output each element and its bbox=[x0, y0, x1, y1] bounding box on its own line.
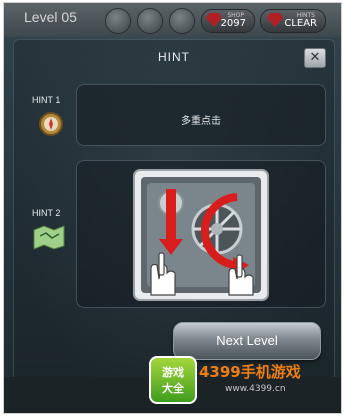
hint-gem-icon bbox=[267, 13, 283, 27]
site-url: www.4399.cn bbox=[225, 384, 286, 394]
settings-button[interactable] bbox=[169, 8, 195, 34]
compass-icon bbox=[39, 112, 63, 136]
level-indicator: Level 05 bbox=[24, 9, 77, 25]
top-bar: Level 05 SHOP 2097 HINTS CLEAR bbox=[4, 3, 341, 37]
hint-1-text: 多重点击 bbox=[181, 116, 221, 127]
hint-2-label: HINT 2 bbox=[32, 208, 61, 218]
power-button[interactable] bbox=[137, 8, 163, 34]
next-level-label: Next Level bbox=[216, 333, 278, 348]
shop-count: 2097 bbox=[220, 18, 246, 29]
shop-button[interactable]: SHOP 2097 bbox=[201, 9, 255, 33]
next-level-button[interactable]: Next Level bbox=[173, 322, 321, 360]
hint-2-panel bbox=[76, 160, 326, 308]
down-arrow-icon bbox=[166, 189, 176, 241]
dialog-title: HINT bbox=[158, 50, 190, 64]
hint-1-label: HINT 1 bbox=[32, 95, 61, 105]
hints-button[interactable]: HINTS CLEAR bbox=[260, 9, 326, 33]
hints-clear-label: CLEAR bbox=[284, 18, 317, 29]
hint-dialog: HINT ✕ HINT 1 多重点击 HINT 2 Next Level bbox=[13, 39, 335, 381]
site-name: 4399手机游戏 bbox=[199, 363, 301, 381]
close-button[interactable]: ✕ bbox=[304, 48, 326, 68]
hint-1-panel: 多重点击 bbox=[76, 84, 326, 146]
game-screen: Level 05 SHOP 2097 HINTS CLEAR HINT ✕ HI… bbox=[3, 2, 342, 414]
site-logo: 游戏 大全 bbox=[149, 356, 197, 404]
sound-button[interactable] bbox=[105, 8, 131, 34]
logo-line-1: 游戏 bbox=[162, 366, 184, 379]
map-icon bbox=[33, 225, 65, 250]
logo-line-2: 大全 bbox=[162, 382, 184, 395]
safe-illustration bbox=[133, 169, 269, 301]
